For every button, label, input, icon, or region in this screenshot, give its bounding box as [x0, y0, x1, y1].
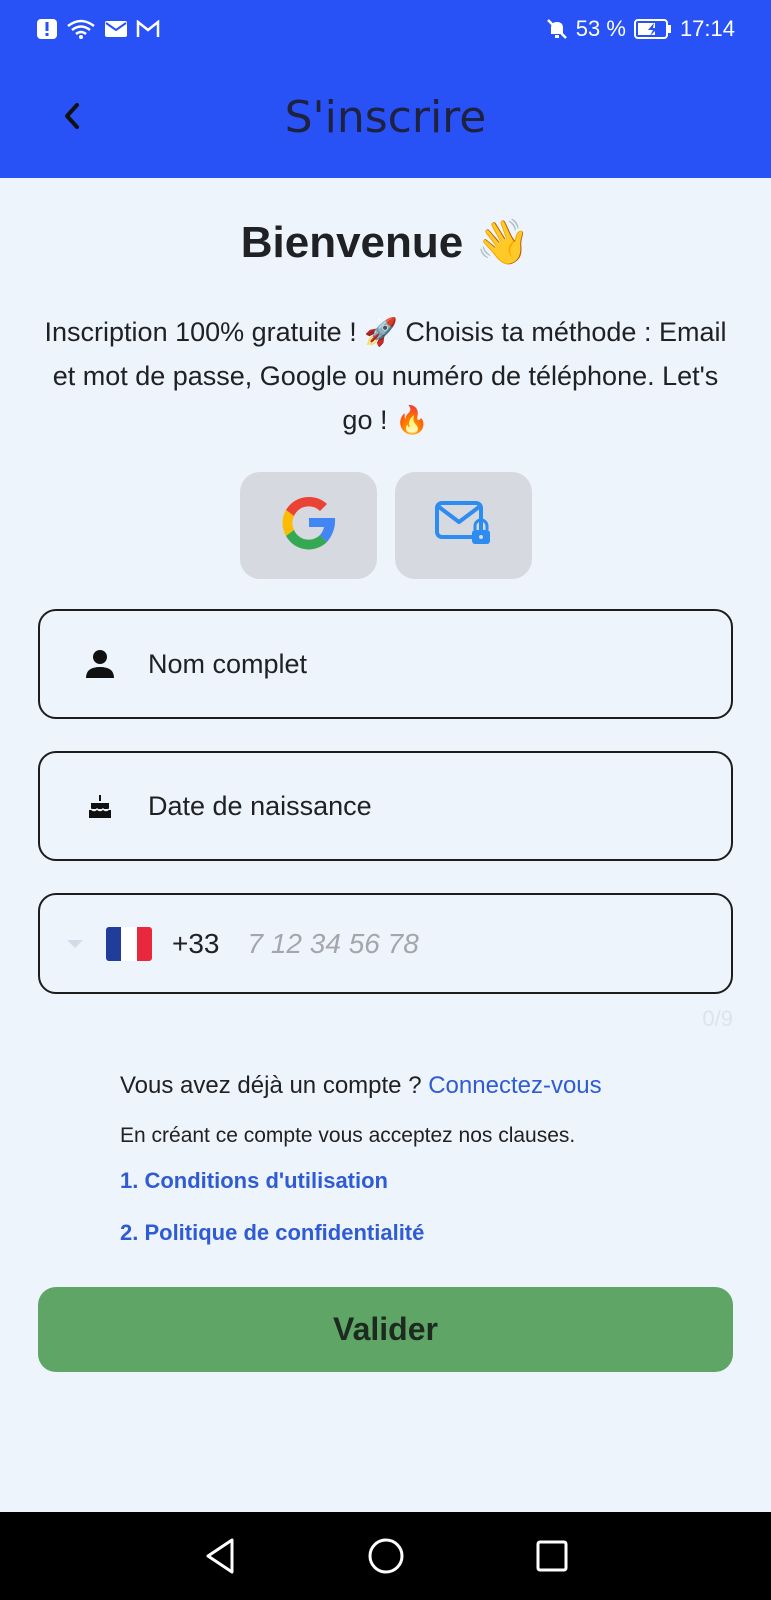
welcome-title: Bienvenue 👋 [240, 218, 531, 267]
phone-char-counter: 0/9 [702, 1006, 733, 1031]
full-name-label: Nom complet [148, 648, 308, 679]
google-icon [277, 491, 341, 560]
system-nav-bar [0, 1512, 771, 1600]
triangle-back-icon [206, 1538, 233, 1574]
bell-off-icon [546, 18, 568, 40]
nav-home-button[interactable] [358, 1528, 414, 1584]
page-title: S'inscrire [284, 92, 487, 143]
welcome-description: Inscription 100% gratuite ! 🚀 Choisis ta… [44, 317, 727, 435]
google-signin-button[interactable] [240, 472, 377, 579]
circle-home-icon [368, 1538, 403, 1574]
clauses-text: En créant ce compte vous acceptez nos cl… [120, 1124, 576, 1147]
phone-field: +33 [38, 893, 733, 994]
status-bar: 53 % 17:14 [0, 0, 771, 58]
country-dropdown-icon[interactable] [60, 939, 90, 949]
alert-icon [36, 18, 58, 40]
app-bar: S'inscrire [0, 58, 771, 178]
battery-percent: 53 % [575, 16, 626, 41]
signin-methods [240, 472, 532, 579]
terms-link[interactable]: 1. Conditions d'utilisation [120, 1168, 388, 1194]
battery-charging-icon [633, 18, 672, 40]
login-prompt: Vous avez déjà un compte ? Connectez-vou… [120, 1072, 602, 1100]
birthdate-field[interactable]: Date de naissance [38, 751, 733, 861]
privacy-link[interactable]: 2. Politique de confidentialité [120, 1220, 424, 1246]
person-icon [68, 648, 132, 680]
full-name-field[interactable]: Nom complet [38, 609, 733, 719]
login-link[interactable]: Connectez-vous [428, 1072, 601, 1099]
nav-recents-button[interactable] [524, 1528, 580, 1584]
wifi-icon [66, 18, 96, 40]
status-right: 53 % 17:14 [546, 16, 735, 42]
phone-input[interactable] [247, 927, 548, 960]
birthdate-label: Date de naissance [148, 790, 372, 821]
submit-button[interactable]: Valider [38, 1287, 733, 1372]
square-recents-icon [536, 1540, 567, 1572]
have-account-text: Vous avez déjà un compte ? [120, 1072, 422, 1099]
email-signin-button[interactable] [395, 472, 532, 579]
cake-icon [68, 793, 132, 819]
email-lock-icon [434, 498, 494, 553]
status-left [36, 18, 160, 40]
dial-code: +33 [172, 927, 220, 959]
clock: 17:14 [679, 16, 735, 41]
nav-back-button[interactable] [192, 1528, 248, 1584]
france-flag-icon[interactable] [106, 926, 152, 961]
mail-icon [104, 20, 128, 38]
gmail-icon [136, 20, 160, 38]
